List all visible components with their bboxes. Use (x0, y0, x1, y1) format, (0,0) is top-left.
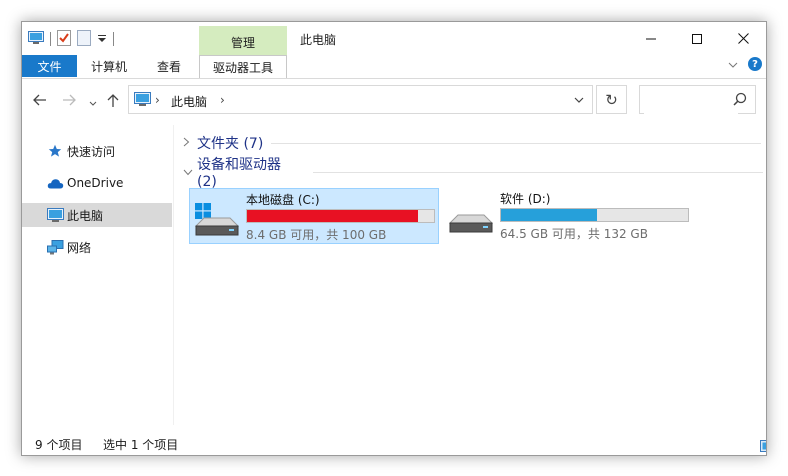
search-input[interactable] (644, 87, 738, 114)
forward-arrow-icon[interactable] (62, 94, 76, 109)
computer-icon (134, 92, 151, 110)
search-icon[interactable] (733, 92, 747, 109)
drive-tile-d[interactable]: 软件 (D:) 64.5 GB 可用，共 132 GB (443, 188, 693, 244)
sidebar-item-onedrive[interactable]: OneDrive (22, 171, 172, 195)
sidebar-item-label: 网络 (67, 240, 92, 255)
recent-locations-chevron-icon[interactable] (89, 96, 97, 110)
sidebar-item-network[interactable]: 网络 (22, 235, 172, 259)
breadcrumb-separator-icon[interactable]: › (155, 93, 160, 107)
sidebar-item-this-pc[interactable]: 此电脑 (22, 203, 172, 227)
hard-drive-icon (194, 217, 240, 240)
group-header-folders[interactable]: 文件夹 (7) (183, 133, 763, 153)
group-label: 设备和驱动器 (2) (197, 157, 281, 190)
close-icon (737, 33, 749, 44)
manage-context-group: 管理 (199, 26, 287, 55)
maximize-icon (692, 33, 702, 44)
refresh-button[interactable]: ↻ (596, 85, 627, 114)
manage-context-label: 管理 (230, 36, 255, 50)
content-pane: 文件夹 (7) 设备和驱动器 (2) 本地磁盘 (C:) 8.4 GB 可用，共… (175, 125, 766, 425)
search-box[interactable] (639, 85, 756, 114)
tab-view[interactable]: 查看 (157, 55, 181, 77)
tab-drive-tools[interactable]: 驱动器工具 (199, 55, 287, 78)
hard-drive-icon (448, 214, 494, 237)
group-header-devices[interactable]: 设备和驱动器 (2) (183, 157, 764, 190)
navigation-bar: › 此电脑 › ↻ (22, 79, 766, 123)
network-icon (46, 239, 64, 255)
up-arrow-icon[interactable] (107, 94, 119, 111)
cloud-icon (46, 178, 64, 189)
expand-ribbon-icon[interactable] (728, 57, 738, 71)
drive-name: 软件 (D:) (500, 192, 551, 206)
sidebar-item-quick-access[interactable]: 快速访问 (22, 139, 172, 163)
drive-usage-bar (246, 209, 435, 223)
breadcrumb[interactable]: 此电脑 (171, 93, 207, 110)
close-button[interactable] (720, 22, 766, 55)
new-folder-icon[interactable] (77, 29, 91, 49)
computer-icon (46, 207, 64, 223)
drive-space: 64.5 GB 可用，共 132 GB (500, 227, 648, 241)
computer-small-icon (28, 30, 44, 48)
maximize-button[interactable] (674, 22, 720, 55)
tab-computer[interactable]: 计算机 (91, 55, 127, 77)
chevron-down-icon (183, 166, 197, 179)
back-arrow-icon[interactable] (33, 94, 47, 109)
drive-space: 8.4 GB 可用，共 100 GB (246, 228, 387, 242)
chevron-right-icon (183, 137, 197, 150)
help-icon[interactable]: ? (748, 57, 762, 71)
refresh-icon: ↻ (605, 90, 618, 109)
title-bar: 管理 此电脑 (22, 22, 766, 55)
drive-usage-bar (500, 208, 689, 222)
pin-star-icon (46, 144, 64, 158)
drive-tile-c[interactable]: 本地磁盘 (C:) 8.4 GB 可用，共 100 GB (189, 188, 439, 244)
group-label: 文件夹 (7) (197, 136, 264, 152)
ribbon-tabs: 文件 计算机 查看 驱动器工具 ? (22, 55, 766, 79)
large-icons-view-icon[interactable] (760, 440, 766, 455)
sidebar-item-label: 此电脑 (67, 208, 104, 223)
address-dropdown-icon[interactable] (574, 92, 584, 106)
drive-usage-fill (247, 210, 419, 222)
breadcrumb-chevron-icon[interactable]: › (220, 93, 225, 107)
explorer-window: 管理 此电脑 文件 计算机 查看 驱动器工具 ? › 此电脑 › ↻ 快速访问 … (21, 21, 767, 456)
customize-qat-icon[interactable] (97, 32, 107, 46)
window-title: 此电脑 (300, 33, 337, 47)
minimize-button[interactable] (628, 22, 674, 55)
sidebar-item-label: 快速访问 (67, 144, 116, 159)
navigation-pane: 快速访问 OneDrive 此电脑 网络 (22, 125, 174, 425)
properties-icon[interactable] (57, 29, 71, 49)
drive-name: 本地磁盘 (C:) (246, 193, 320, 207)
address-bar[interactable]: › 此电脑 › (128, 85, 593, 114)
tab-file[interactable]: 文件 (22, 55, 77, 77)
status-bar: 9 个项目 选中 1 个项目 (22, 432, 766, 455)
sidebar-item-label: OneDrive (67, 176, 124, 190)
quick-access-toolbar (28, 29, 114, 49)
item-count: 9 个项目 (35, 438, 83, 452)
drive-usage-fill (501, 209, 597, 221)
selection-count: 选中 1 个项目 (103, 438, 179, 452)
minimize-icon (646, 38, 656, 39)
